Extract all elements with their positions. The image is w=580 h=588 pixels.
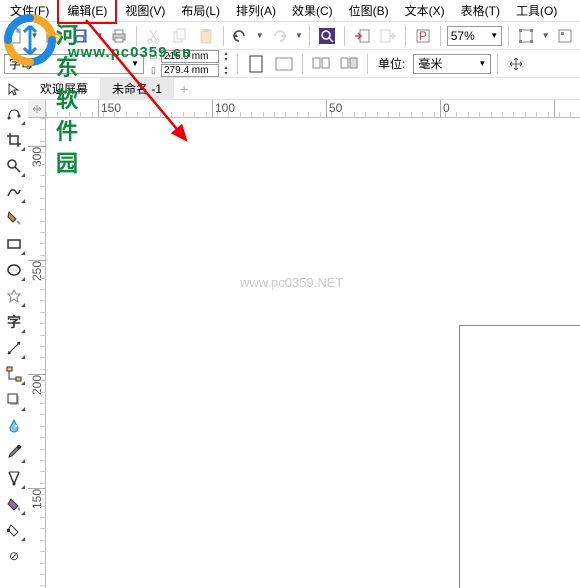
separator: [405, 26, 406, 46]
separator: [309, 26, 310, 46]
snap-dropdown[interactable]: ▼: [541, 31, 550, 40]
units-label: 单位:: [374, 55, 409, 72]
all-pages-button[interactable]: [309, 52, 333, 76]
menu-tools[interactable]: 工具(O): [508, 0, 565, 22]
dropdown-icon: ▼: [490, 31, 498, 40]
zoom-value: 57%: [451, 29, 475, 43]
separator: [344, 26, 345, 46]
publish-button[interactable]: P: [412, 24, 434, 48]
redo-dropdown[interactable]: ▼: [294, 31, 303, 40]
export-button[interactable]: [377, 24, 399, 48]
outline-pen-tool[interactable]: [2, 466, 26, 490]
new-dropdown[interactable]: ▼: [30, 31, 39, 40]
rectangle-tool[interactable]: [2, 232, 26, 256]
text-tool[interactable]: 字: [2, 310, 26, 334]
interactive-fill-tool[interactable]: [2, 518, 26, 542]
connector-tool[interactable]: [2, 362, 26, 386]
menu-effects[interactable]: 效果(C): [284, 0, 341, 22]
search-button[interactable]: [316, 24, 338, 48]
zoom-level-select[interactable]: 57% ▼: [447, 26, 502, 46]
dropdown-icon: ▼: [478, 59, 486, 68]
smudge-tool[interactable]: ⊘: [2, 544, 26, 568]
shape-tool[interactable]: [2, 102, 26, 126]
ruler-origin[interactable]: [28, 100, 46, 118]
crop-tool[interactable]: [2, 128, 26, 152]
transparency-tool[interactable]: [2, 414, 26, 438]
page[interactable]: [459, 325, 580, 588]
ruler-tick: 0: [443, 101, 450, 115]
units-value: 毫米: [418, 55, 442, 72]
units-select[interactable]: 毫米 ▼: [413, 54, 491, 74]
preset-value: 字母: [9, 55, 33, 72]
parallel-dim-tool[interactable]: [2, 336, 26, 360]
separator: [508, 26, 509, 46]
vertical-ruler[interactable]: 300 250 200 150: [28, 118, 46, 588]
drop-shadow-tool[interactable]: [2, 388, 26, 412]
freehand-tool[interactable]: [2, 180, 26, 204]
menu-table[interactable]: 表格(T): [453, 0, 508, 22]
toolbox: 字 ⊘: [0, 100, 28, 588]
separator: [302, 54, 303, 74]
menu-file[interactable]: 文件(F): [2, 0, 57, 22]
pick-tool-tab[interactable]: [0, 78, 28, 100]
separator: [440, 26, 441, 46]
separator: [367, 54, 368, 74]
menu-text[interactable]: 文本(X): [397, 0, 453, 22]
nudge-button[interactable]: [504, 52, 528, 76]
polygon-tool[interactable]: [2, 284, 26, 308]
new-button[interactable]: [4, 24, 26, 48]
annotation-arrow: [78, 12, 278, 212]
open-button[interactable]: [43, 24, 65, 48]
eyedropper-tool[interactable]: [2, 440, 26, 464]
ellipse-tool[interactable]: [2, 258, 26, 282]
smart-fill-tool[interactable]: [2, 206, 26, 230]
import-button[interactable]: [351, 24, 373, 48]
snap-button[interactable]: [515, 24, 537, 48]
zoom-tool[interactable]: [2, 154, 26, 178]
separator: [497, 54, 498, 74]
options-button[interactable]: [554, 24, 576, 48]
menu-bitmap[interactable]: 位图(B): [341, 0, 397, 22]
current-page-button[interactable]: [337, 52, 361, 76]
svg-text:P: P: [419, 29, 427, 43]
fill-tool[interactable]: [2, 492, 26, 516]
